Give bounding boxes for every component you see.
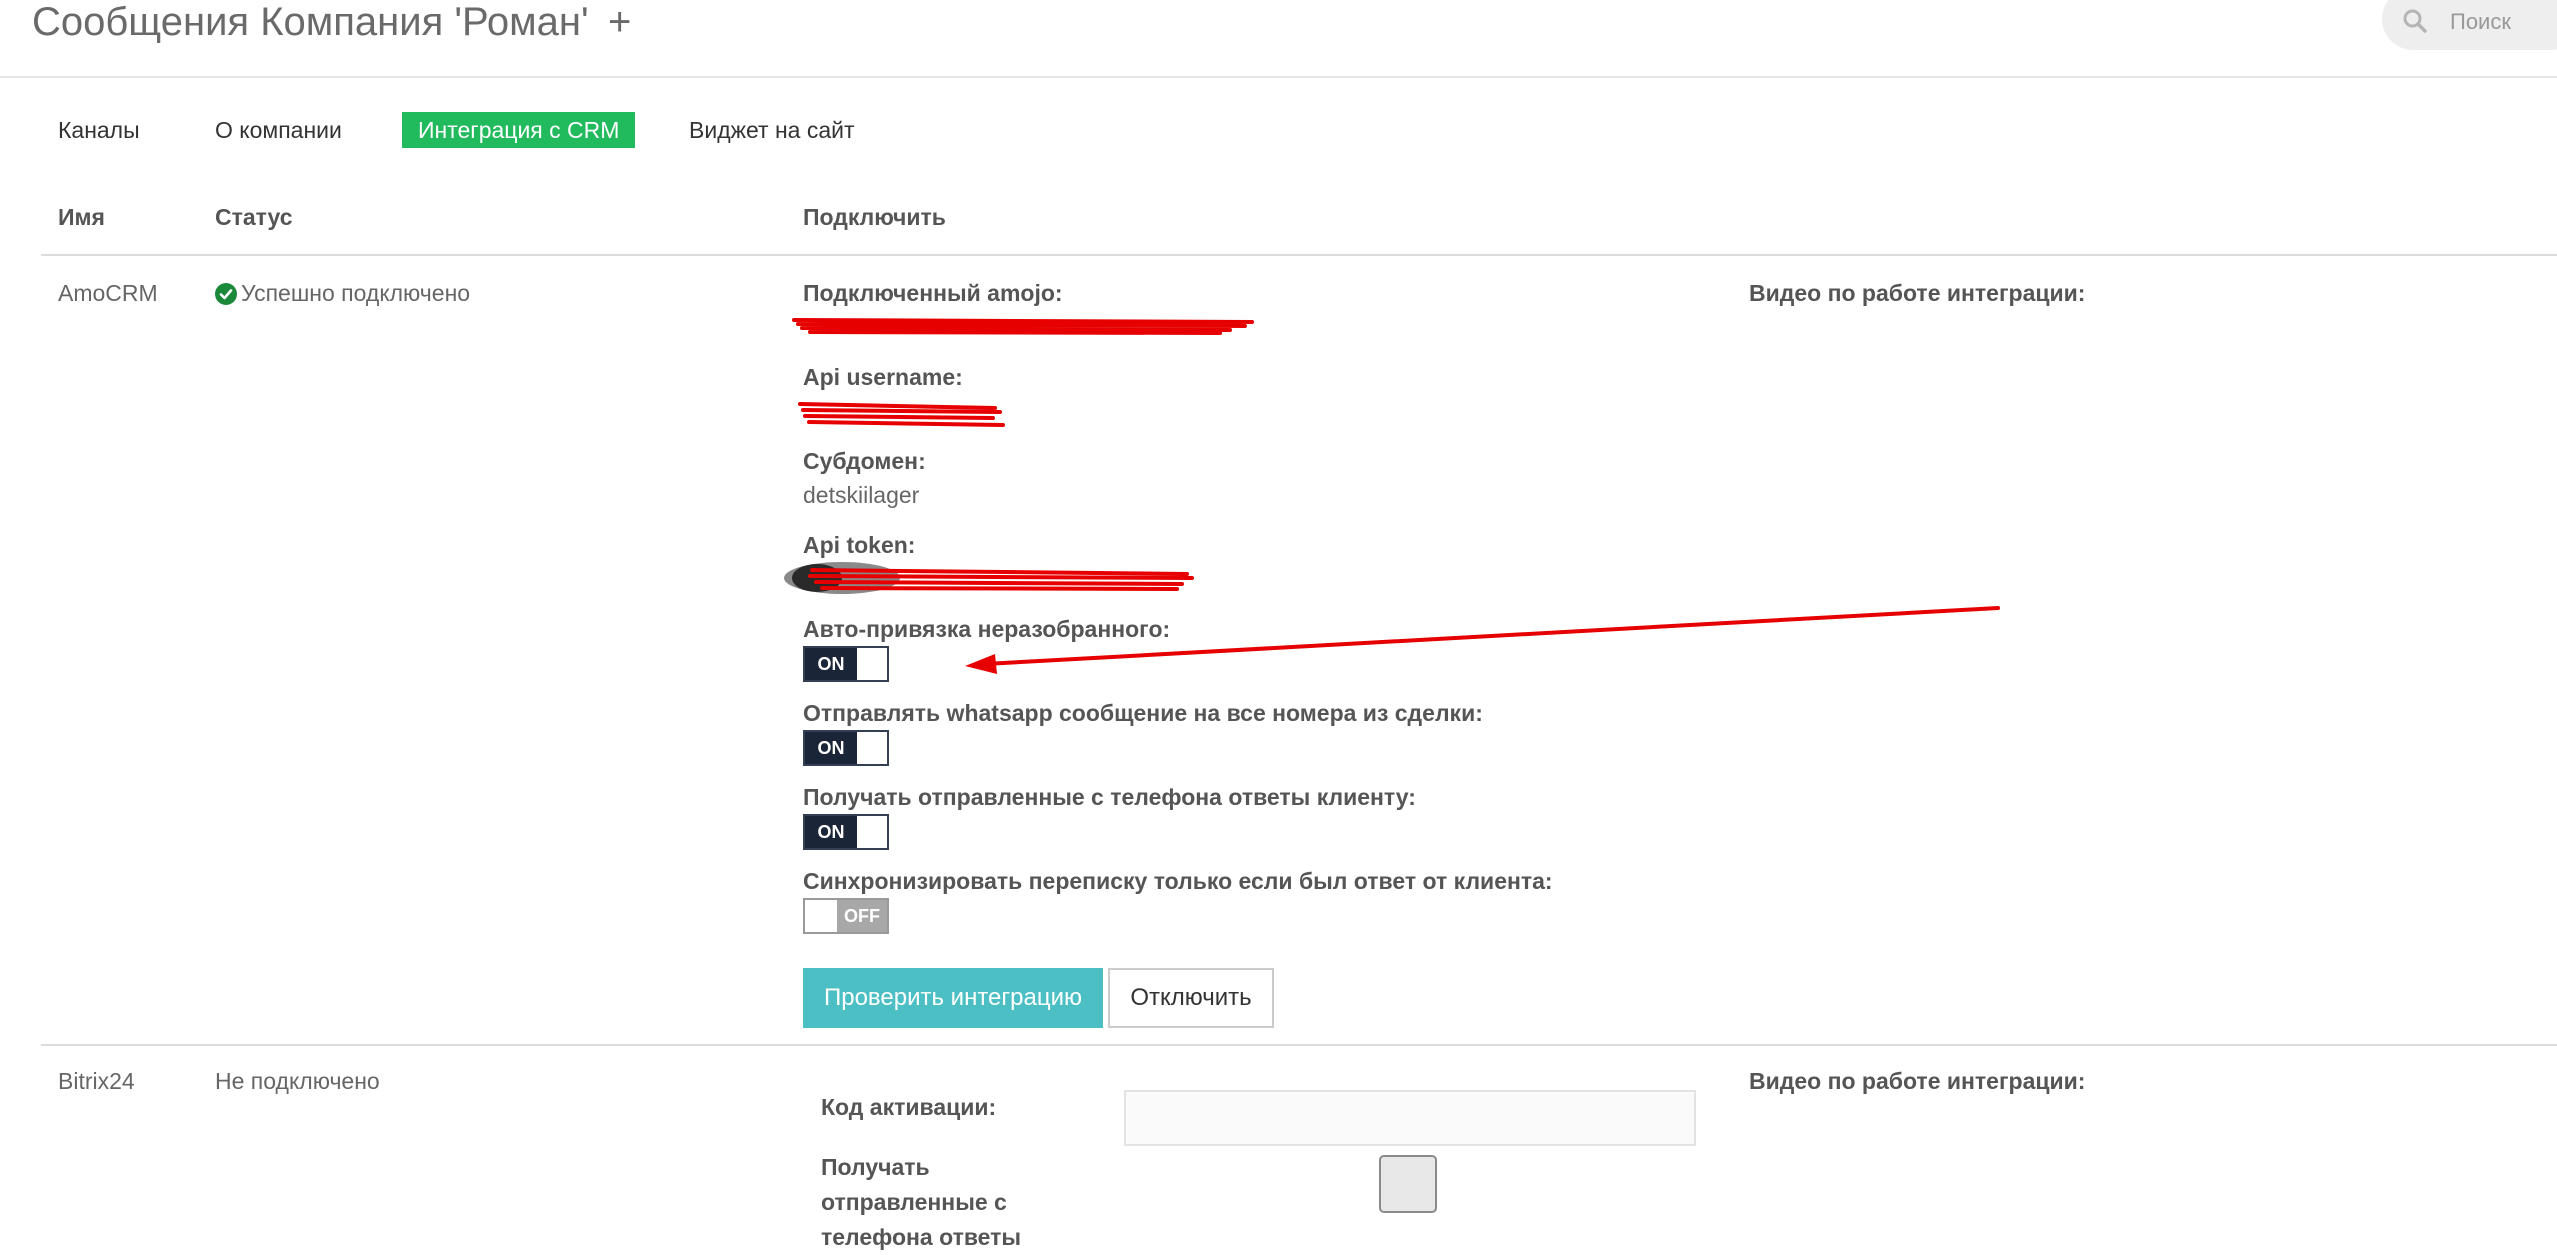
subdomain-label: Субдомен: xyxy=(803,448,926,474)
search-input[interactable]: Поиск xyxy=(2382,0,2557,50)
toggle-state: ON xyxy=(805,648,857,680)
status-text: Успешно подключено xyxy=(241,280,471,306)
toggle-label-send-all-numbers: Отправлять whatsapp сообщение на все ном… xyxy=(803,700,1483,726)
activation-code-input[interactable] xyxy=(1124,1090,1696,1146)
status-connected: Успешно подключено xyxy=(215,280,470,307)
toggle-state: ON xyxy=(805,732,857,764)
row-divider xyxy=(41,1044,2557,1046)
row-name-amocrm: AmoCRM xyxy=(58,280,158,306)
tab-channels[interactable]: Каналы xyxy=(42,112,156,148)
toggle-auto-bind[interactable]: ON xyxy=(803,646,889,682)
api-token-label: Api token: xyxy=(803,532,916,558)
toggle-state: ON xyxy=(805,816,857,848)
subdomain-value: detskiilager xyxy=(803,482,920,508)
toggle-sync-only-if-reply[interactable]: OFF xyxy=(803,898,889,934)
add-button[interactable]: + xyxy=(608,0,631,44)
disconnect-button[interactable]: Отключить xyxy=(1108,968,1274,1028)
tab-crm-integration[interactable]: Интеграция с CRM xyxy=(402,112,636,148)
column-header-connect: Подключить xyxy=(803,204,946,230)
annotation-arrow xyxy=(965,606,2000,674)
redaction-scribble-token xyxy=(784,562,1194,594)
status-not-connected: Не подключено xyxy=(215,1068,380,1094)
toggle-label-sync-only-if-reply: Синхронизировать переписку только если б… xyxy=(803,868,1553,894)
row-name-bitrix24: Bitrix24 xyxy=(58,1068,135,1094)
toggle-send-all-numbers[interactable]: ON xyxy=(803,730,889,766)
amojo-label: Подключенный amojo: xyxy=(803,280,1063,306)
video-label-amocrm: Видео по работе интеграции: xyxy=(1749,280,2086,306)
activation-code-label: Код активации: xyxy=(821,1094,997,1120)
tab-site-widget[interactable]: Виджет на сайт xyxy=(673,112,871,148)
check-circle-icon xyxy=(215,283,237,305)
page-header: Сообщения Компания 'Роман' + Поиск xyxy=(0,0,2557,78)
toggle-state: OFF xyxy=(837,900,887,932)
page-title: Сообщения Компания 'Роман' xyxy=(32,0,589,44)
redaction-scribble-amojo xyxy=(792,318,1254,335)
toggle-label-receive-phone-replies: Получать отправленные с телефона ответы … xyxy=(803,784,1416,810)
column-header-name: Имя xyxy=(58,204,105,230)
toggle-receive-phone-replies[interactable]: ON xyxy=(803,814,889,850)
redaction-scribble-username xyxy=(798,402,1005,427)
table-header-divider xyxy=(41,254,2557,256)
column-header-status: Статус xyxy=(215,204,293,230)
video-label-bitrix: Видео по работе интеграции: xyxy=(1749,1068,2086,1094)
search-icon xyxy=(2403,9,2427,33)
check-integration-button[interactable]: Проверить интеграцию xyxy=(803,968,1103,1028)
receive-replies-label: Получать отправленные с телефона ответы xyxy=(821,1154,1022,1250)
receive-replies-checkbox[interactable] xyxy=(1379,1155,1437,1213)
search-placeholder: Поиск xyxy=(2450,9,2511,34)
api-username-label: Api username: xyxy=(803,364,963,390)
tab-about-company[interactable]: О компании xyxy=(199,112,358,148)
